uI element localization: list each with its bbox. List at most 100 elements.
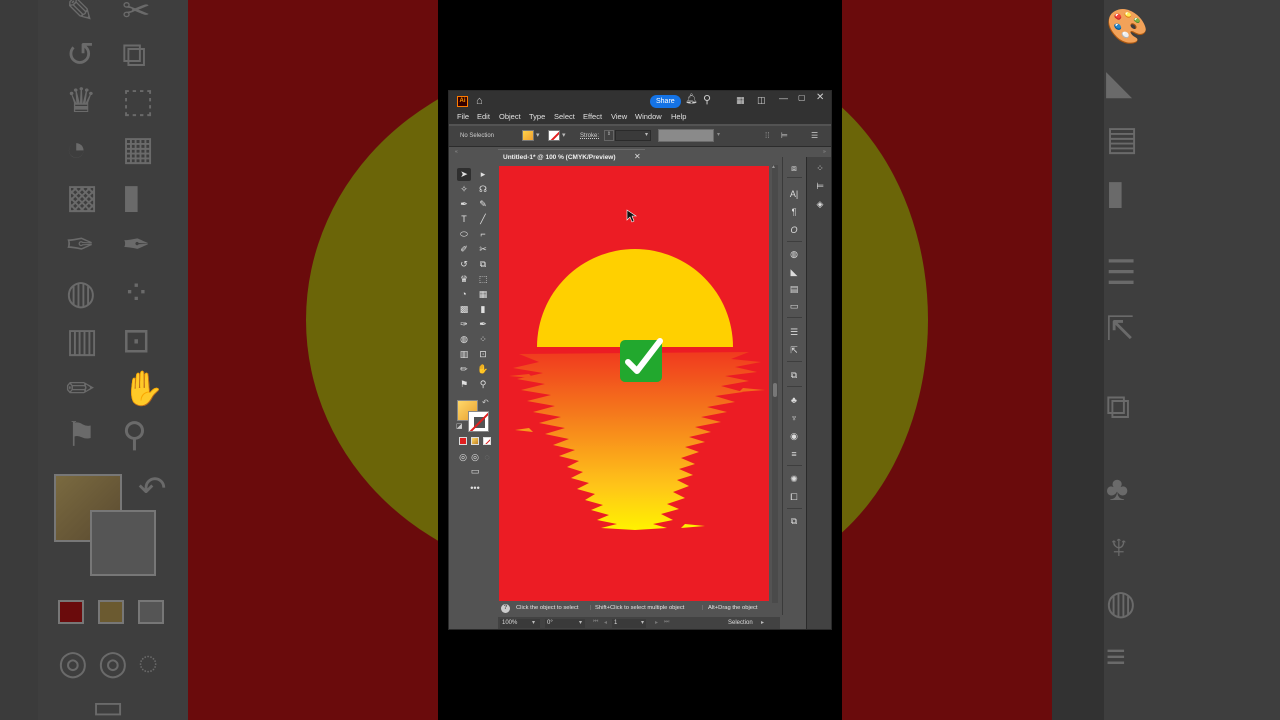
gradient-icon[interactable]: ▮ (476, 303, 490, 316)
rotate-icon[interactable]: ↺ (457, 258, 471, 271)
brushes-icon[interactable]: ♆ (787, 413, 801, 423)
stroke-weight-dropdown-icon[interactable]: ▾ (645, 131, 648, 138)
menu-file[interactable]: File (457, 112, 469, 121)
stroke-dropdown-icon[interactable]: ▾ (562, 131, 566, 139)
first-artboard-icon[interactable]: ⏮ (593, 619, 598, 626)
minimize-icon[interactable]: — (779, 93, 788, 103)
menu-type[interactable]: Type (529, 112, 545, 121)
menu-effect[interactable]: Effect (583, 112, 602, 121)
close-window-icon[interactable]: ✕ (816, 92, 824, 103)
zoom-dropdown-icon[interactable]: ▾ (532, 619, 535, 626)
menu-window[interactable]: Window (635, 112, 662, 121)
help-icon[interactable]: ? (501, 604, 510, 613)
none-mode-button[interactable] (483, 437, 491, 445)
default-colors-icon[interactable]: ◪ (456, 422, 463, 430)
column-graph-icon[interactable]: ▥ (457, 348, 471, 361)
links-icon[interactable]: ⧠ (787, 492, 801, 503)
artboard[interactable] (499, 166, 769, 601)
dock-grip-icon[interactable]: » (823, 149, 826, 155)
assets-icon[interactable]: ⊨ (813, 181, 827, 192)
menu-help[interactable]: Help (671, 112, 686, 121)
perspective-icon[interactable]: ▦ (476, 288, 490, 301)
hand-icon[interactable]: ✋ (476, 363, 490, 376)
scroll-up-icon[interactable]: ▲ (771, 164, 776, 170)
slice-icon[interactable]: ✏ (457, 363, 471, 376)
draw-inside-icon[interactable]: ◌ (480, 451, 494, 464)
bell-icon[interactable]: 🔔︎ (685, 94, 698, 105)
symbol-sprayer-icon[interactable]: ⁘ (476, 333, 490, 346)
blend-icon[interactable]: ◍ (457, 333, 471, 346)
search-icon[interactable]: ⚲ (703, 93, 711, 106)
scissors-icon[interactable]: ✂ (476, 243, 490, 256)
symbols-icon[interactable]: ♣ (787, 395, 801, 405)
warp-icon[interactable]: ♛ (457, 273, 471, 286)
zoom-icon[interactable]: ⚲ (476, 378, 490, 391)
document-tab[interactable]: Untitled-1* @ 100 % (CMYK/Preview) ✕ (498, 149, 645, 164)
type-icon[interactable]: T (457, 213, 471, 226)
stroke-weight-spinner[interactable]: ⇕ (604, 130, 614, 141)
menu-select[interactable]: Select (554, 112, 575, 121)
vertical-scrollbar[interactable] (772, 165, 778, 603)
magic-wand-icon[interactable]: ✧ (457, 183, 471, 196)
free-transform-icon[interactable]: ⬚ (476, 273, 490, 286)
last-artboard-icon[interactable]: ⏭ (664, 619, 669, 626)
next-artboard-icon[interactable]: ▸ (655, 619, 658, 626)
menu-object[interactable]: Object (499, 112, 521, 121)
control-menu-icon[interactable]: ☰ (811, 131, 818, 140)
stroke-panel-icon[interactable]: ≡ (787, 449, 801, 459)
eyedropper-icon[interactable]: ✑ (457, 318, 471, 331)
ellipse-icon[interactable]: ⬭ (457, 228, 471, 241)
close-tab-icon[interactable]: ✕ (634, 152, 641, 161)
current-tool-status[interactable]: Selection (728, 620, 753, 626)
menu-edit[interactable]: Edit (477, 112, 490, 121)
hand-alt-icon[interactable]: ⚑ (457, 378, 471, 391)
pathfinder-icon[interactable]: ⧉ (787, 370, 801, 381)
line-segment-icon[interactable]: ╱ (476, 213, 490, 226)
stroke-label[interactable]: Stroke: (580, 133, 599, 139)
previous-artboard-icon[interactable]: ◂ (604, 619, 607, 626)
appearance-icon[interactable]: ◉ (787, 431, 801, 442)
status-menu-icon[interactable]: ▸ (761, 619, 764, 626)
character-icon[interactable]: A| (787, 189, 801, 199)
transparency-icon[interactable]: ◣ (787, 267, 801, 278)
toolbar-grip-icon[interactable]: « (455, 149, 458, 155)
scroll-thumb[interactable] (773, 383, 777, 397)
artboard-dropdown-icon[interactable]: ▾ (641, 619, 644, 626)
curvature-icon[interactable]: ✎ (476, 198, 490, 211)
edit-toolbar-icon[interactable]: ••• (468, 482, 482, 495)
export-icon[interactable]: ⇱ (787, 345, 801, 356)
color-guide-icon[interactable]: ◍ (787, 249, 801, 260)
swatches-icon[interactable]: ▤ (787, 284, 801, 295)
variable-width-dropdown-icon[interactable]: ▾ (717, 131, 720, 138)
properties-icon[interactable]: ⧈ (787, 163, 801, 174)
home-icon[interactable]: ⌂ (476, 95, 483, 107)
swap-fill-stroke-icon[interactable]: ↶ (482, 398, 489, 407)
opentype-icon[interactable]: O (787, 225, 801, 235)
transform-icon[interactable]: ⊨ (781, 131, 788, 140)
shaper-icon[interactable]: ✐ (457, 243, 471, 256)
color-mode-button[interactable] (459, 437, 467, 445)
eyedropper-alt-icon[interactable]: ✒ (476, 318, 490, 331)
variable-width-field[interactable] (658, 129, 714, 142)
graphic-styles-icon[interactable]: ✺ (787, 474, 801, 485)
workspace-icon[interactable]: ◫ (757, 95, 766, 106)
rotation-dropdown-icon[interactable]: ▾ (579, 619, 582, 626)
stroke-swatch[interactable] (548, 130, 560, 141)
align-icon[interactable]: ☰ (787, 327, 801, 338)
paragraph-icon[interactable]: ¶ (787, 207, 801, 217)
mesh-icon[interactable]: ▩ (457, 303, 471, 316)
lasso-icon[interactable]: ☊ (476, 183, 490, 196)
paintbrush-icon[interactable]: ⌐ (476, 228, 490, 241)
share-button[interactable]: Share (650, 95, 681, 108)
maximize-icon[interactable]: ▢ (798, 93, 806, 102)
canvas-area[interactable] (498, 165, 774, 603)
selection-tool-icon[interactable]: ➤ (457, 168, 471, 181)
libraries-icon[interactable]: ⁘ (813, 163, 827, 174)
screen-mode-icon[interactable]: ▭ (468, 465, 482, 478)
artboards-icon[interactable]: ⧉ (787, 516, 801, 527)
fill-dropdown-icon[interactable]: ▾ (536, 131, 540, 139)
menu-view[interactable]: View (611, 112, 627, 121)
artboard-icon[interactable]: ⊡ (476, 348, 490, 361)
gradient-mode-button[interactable] (471, 437, 479, 445)
pen-icon[interactable]: ✒ (457, 198, 471, 211)
